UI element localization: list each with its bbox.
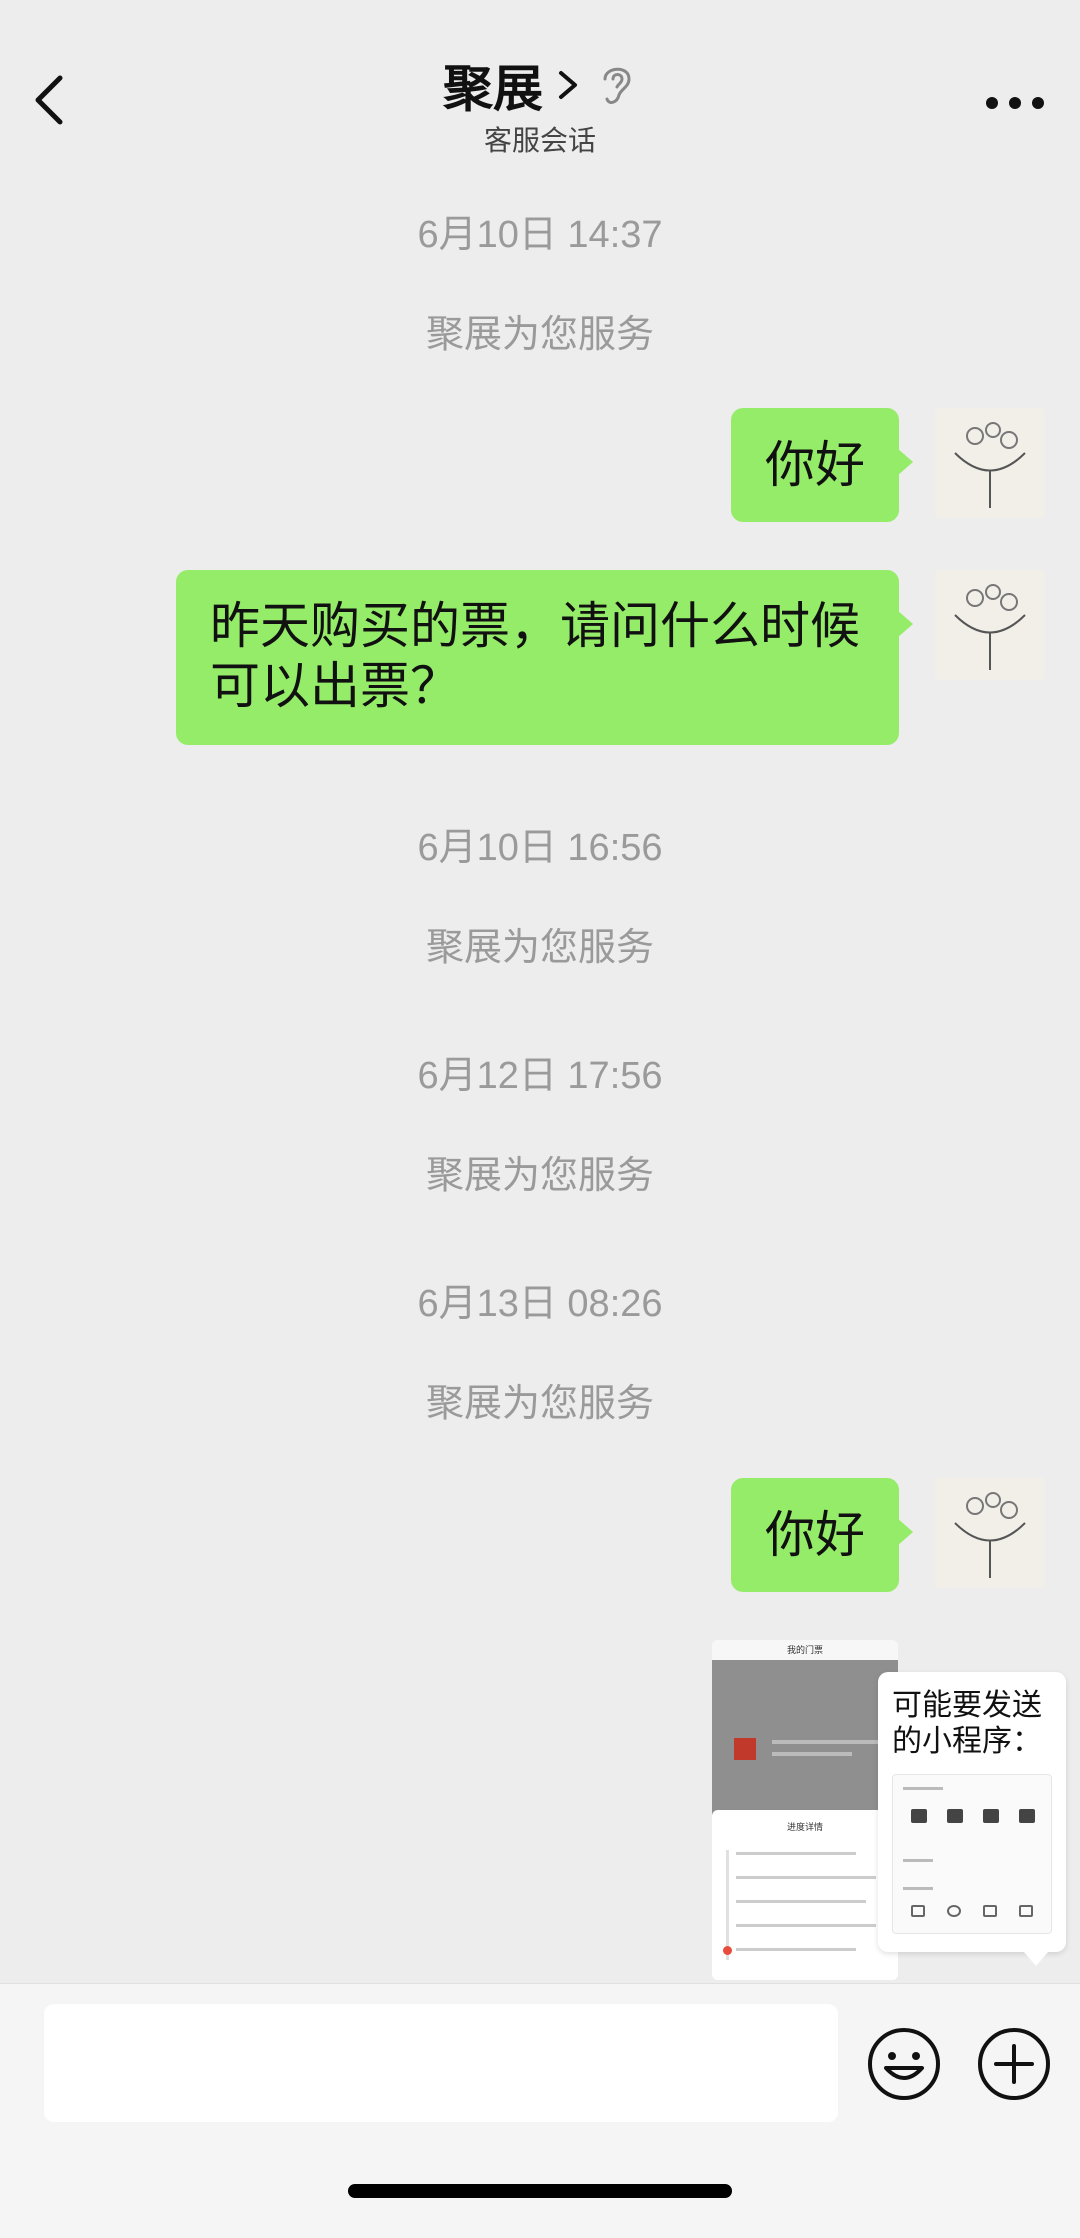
thumbnail-sheet: 进度详情	[712, 1810, 898, 1980]
timeline-entry	[736, 1924, 876, 1927]
message-line: 可以出票？	[210, 658, 460, 714]
timeline-entry	[736, 1876, 876, 1879]
more-dots-icon	[986, 97, 1044, 109]
plus-circle-icon	[978, 2028, 1050, 2100]
preview-icon	[947, 1809, 963, 1823]
avatar-image	[935, 408, 1045, 518]
system-note: 聚展为您服务	[425, 314, 654, 356]
avatar-image	[935, 570, 1045, 680]
system-note: 聚展为您服务	[425, 1155, 654, 1197]
timeline-dot	[723, 1946, 732, 1955]
mini-program-popup[interactable]: 可能要发送的小程序：	[878, 1672, 1066, 1966]
timeline-entry	[736, 1852, 856, 1855]
thumbnail-sheet-title: 进度详情	[786, 1822, 823, 1832]
chevron-right-icon	[559, 71, 577, 99]
message-bubble[interactable]: 你好	[731, 1478, 913, 1592]
preview-icon	[911, 1905, 925, 1917]
preview-icon	[911, 1809, 927, 1823]
message-bubble[interactable]: 昨天购买的票，请问什么时候 可以出票？	[176, 570, 913, 745]
preview-icon	[1019, 1809, 1035, 1823]
message-line: 昨天购买的票，请问什么时候	[210, 598, 860, 654]
timestamp: 6月13日 08:26	[417, 1283, 663, 1325]
preview-icon	[947, 1905, 961, 1917]
timeline-entry	[736, 1948, 856, 1951]
thumbnail-line	[772, 1740, 882, 1744]
avatar[interactable]	[935, 570, 1045, 680]
avatar[interactable]	[935, 1478, 1045, 1588]
thumbnail-poster	[734, 1738, 756, 1760]
preview-icon	[983, 1809, 999, 1823]
title-area[interactable]: 聚展 客服会话	[0, 55, 1080, 159]
timestamp: 6月12日 17:56	[417, 1055, 663, 1097]
image-message[interactable]: 我的门票 进度详情	[712, 1640, 898, 1980]
preview-line	[903, 1887, 933, 1890]
system-note: 聚展为您服务	[425, 927, 654, 969]
thumbnail-line	[772, 1752, 852, 1756]
preview-line	[903, 1787, 943, 1790]
timeline-line	[726, 1850, 729, 1960]
ear-icon	[603, 67, 631, 104]
emoji-icon	[868, 2028, 940, 2100]
input-bar	[0, 1983, 1080, 2238]
system-note: 聚展为您服务	[425, 1383, 654, 1425]
popup-title: 可能要发送的小程序：	[892, 1689, 1042, 1758]
plus-button[interactable]	[976, 2026, 1052, 2102]
message-bubble[interactable]: 你好	[731, 408, 913, 522]
avatar[interactable]	[935, 408, 1045, 518]
more-button[interactable]	[980, 78, 1050, 128]
chat-subtitle: 客服会话	[483, 125, 596, 156]
thumbnail-title: 我的门票	[712, 1640, 898, 1660]
thumbnail-overlay	[712, 1660, 898, 1825]
preview-icon	[983, 1905, 997, 1917]
preview-line	[903, 1859, 933, 1862]
message-input[interactable]	[44, 2004, 838, 2122]
timeline-entry	[736, 1900, 866, 1903]
home-indicator[interactable]	[348, 2184, 732, 2198]
timestamp: 6月10日 14:37	[417, 214, 663, 256]
avatar-image	[935, 1478, 1045, 1588]
chat-title: 聚展	[443, 61, 543, 117]
preview-icon	[1019, 1905, 1033, 1917]
timestamp: 6月10日 16:56	[417, 827, 663, 869]
chat-header: 聚展 客服会话	[0, 0, 1080, 170]
emoji-button[interactable]	[866, 2026, 942, 2102]
mini-program-preview[interactable]	[892, 1774, 1052, 1934]
